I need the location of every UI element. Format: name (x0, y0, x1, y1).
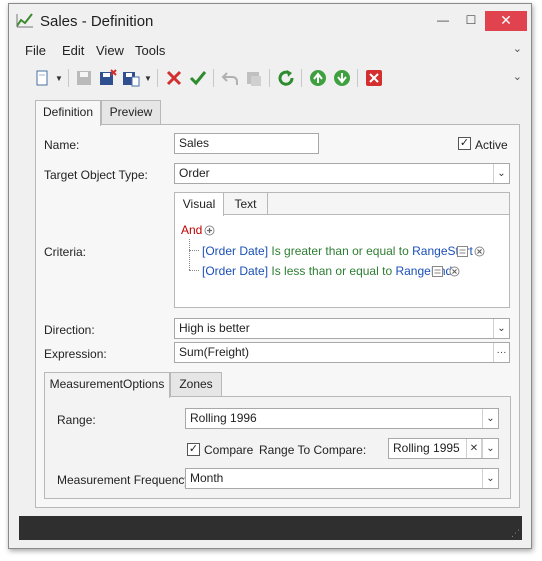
close-icon[interactable] (365, 69, 383, 87)
toolbar-separator (269, 69, 270, 87)
toolbar-separator (357, 69, 358, 87)
expression-value: Sum(Freight) (179, 345, 250, 359)
condition-operator[interactable]: Is less than or equal to (271, 264, 392, 278)
tab-measurement-options[interactable]: MeasurementOptions (44, 372, 170, 398)
remove-condition-icon[interactable] (474, 246, 485, 257)
menu-overflow-chevron-icon[interactable]: ⌄ (513, 42, 522, 55)
name-input[interactable]: Sales (174, 133, 319, 154)
direction-value: High is better (179, 321, 250, 335)
range-combo[interactable]: Rolling 1996 ⌄ (185, 408, 499, 429)
previous-icon[interactable] (309, 69, 327, 87)
name-label: Name: (44, 138, 80, 152)
new-dropdown-icon[interactable]: ▼ (55, 74, 63, 83)
measurement-frequency-value: Month (190, 471, 224, 485)
chevron-down-icon[interactable]: ⌄ (493, 319, 509, 338)
range-value: Rolling 1996 (190, 411, 257, 425)
condition-property[interactable]: [Order Date] (202, 264, 268, 278)
menu-file[interactable]: File (25, 43, 46, 58)
toolbar-overflow-chevron-icon[interactable]: ⌄ (513, 70, 522, 83)
criteria-label: Criteria: (44, 245, 87, 259)
range-label: Range: (57, 413, 96, 427)
save-and-new-dropdown-icon[interactable]: ▼ (144, 74, 152, 83)
tab-preview[interactable]: Preview (101, 100, 161, 125)
status-bar: ⋰ (19, 516, 522, 540)
save-and-new-icon[interactable] (122, 69, 140, 87)
toolbar: ▼ ▼ ⌄ (19, 64, 522, 92)
clear-icon[interactable]: ✕ (466, 439, 482, 458)
next-icon[interactable] (333, 69, 351, 87)
expression-label: Expression: (44, 347, 107, 361)
new-icon[interactable] (33, 69, 51, 87)
kpi-chart-icon (16, 13, 33, 28)
tree-connector (189, 270, 199, 271)
undo-icon[interactable] (221, 69, 239, 87)
add-condition-icon[interactable] (204, 225, 215, 236)
measurement-frequency-combo[interactable]: Month ⌄ (185, 468, 499, 489)
chevron-down-icon[interactable]: ⌄ (482, 409, 498, 428)
menu-tools[interactable]: Tools (135, 43, 165, 58)
target-object-type-combo[interactable]: Order ⌄ (174, 163, 510, 184)
tab-zones[interactable]: Zones (170, 372, 222, 397)
chevron-down-icon[interactable]: ⌄ (493, 164, 509, 183)
range-to-compare-combo[interactable]: Rolling 1995 ✕ ⌄ (388, 438, 499, 459)
condition-menu-icon[interactable] (457, 246, 468, 257)
condition-menu-icon[interactable] (432, 266, 443, 277)
direction-label: Direction: (44, 323, 95, 337)
condition-property[interactable]: [Order Date] (202, 244, 268, 258)
menu-bar: File Edit View Tools ⌄ (19, 40, 522, 63)
definition-panel: Name: Sales ✓ Active Target Object Type:… (35, 124, 520, 508)
measurement-frequency-label: Measurement Frequency: (57, 473, 194, 487)
direction-combo[interactable]: High is better ⌄ (174, 318, 510, 339)
validate-icon[interactable] (189, 69, 207, 87)
tab-definition[interactable]: Definition (35, 100, 101, 126)
tree-connector (189, 250, 199, 251)
cancel-icon[interactable] (245, 69, 263, 87)
active-label: Active (475, 138, 508, 152)
toolbar-separator (301, 69, 302, 87)
menu-view[interactable]: View (96, 43, 124, 58)
criteria-editor: Visual Text And [Order Date] Is greater … (174, 192, 510, 308)
chevron-down-icon[interactable]: ⌄ (482, 439, 498, 458)
active-checkbox[interactable]: ✓ (458, 137, 471, 150)
toolbar-separator (68, 69, 69, 87)
condition-row[interactable]: [Order Date] Is greater than or equal to… (202, 244, 473, 258)
refresh-icon[interactable] (277, 69, 295, 87)
tree-connector (189, 239, 190, 270)
resize-grip-icon[interactable]: ⋰ (511, 528, 520, 539)
condition-value[interactable]: RangeEnd (395, 264, 452, 278)
target-object-type-value: Order (179, 166, 210, 180)
expression-input[interactable]: Sum(Freight) ··· (174, 342, 510, 363)
title-bar[interactable]: Sales - Definition — ☐ ✕ (9, 4, 531, 37)
window-title: Sales - Definition (40, 13, 154, 30)
range-to-compare-label: Range To Compare: (259, 443, 367, 457)
condition-row[interactable]: [Order Date] Is less than or equal to Ra… (202, 264, 452, 278)
measurement-options-panel: Range: Rolling 1996 ⌄ ✓ Compare Range To… (44, 396, 511, 499)
menu-edit[interactable]: Edit (62, 43, 84, 58)
compare-label: Compare (204, 443, 254, 457)
measurement-group: MeasurementOptions Zones Range: Rolling … (44, 372, 511, 499)
delete-icon[interactable] (165, 69, 183, 87)
definition-window: Sales - Definition — ☐ ✕ File Edit View … (8, 3, 532, 549)
tab-visual[interactable]: Visual (175, 193, 224, 216)
save-and-close-icon[interactable] (99, 69, 117, 87)
criteria-tabs: Visual Text (175, 193, 509, 216)
toolbar-separator (213, 69, 214, 87)
target-object-type-label: Target Object Type: (44, 168, 148, 182)
compare-checkbox[interactable]: ✓ (187, 443, 200, 456)
chevron-down-icon[interactable]: ⌄ (482, 469, 498, 488)
range-to-compare-value: Rolling 1995 (393, 441, 460, 455)
maximize-button[interactable]: ☐ (457, 11, 485, 31)
minimize-button[interactable]: — (429, 11, 457, 31)
save-icon[interactable] (75, 69, 93, 87)
condition-operator[interactable]: Is greater than or equal to (271, 244, 408, 258)
tab-text[interactable]: Text (224, 193, 268, 215)
expression-ellipsis-button[interactable]: ··· (493, 343, 509, 362)
close-window-button[interactable]: ✕ (485, 11, 527, 31)
toolbar-separator (157, 69, 158, 87)
group-operator[interactable]: And (181, 223, 202, 237)
remove-condition-icon[interactable] (449, 266, 460, 277)
